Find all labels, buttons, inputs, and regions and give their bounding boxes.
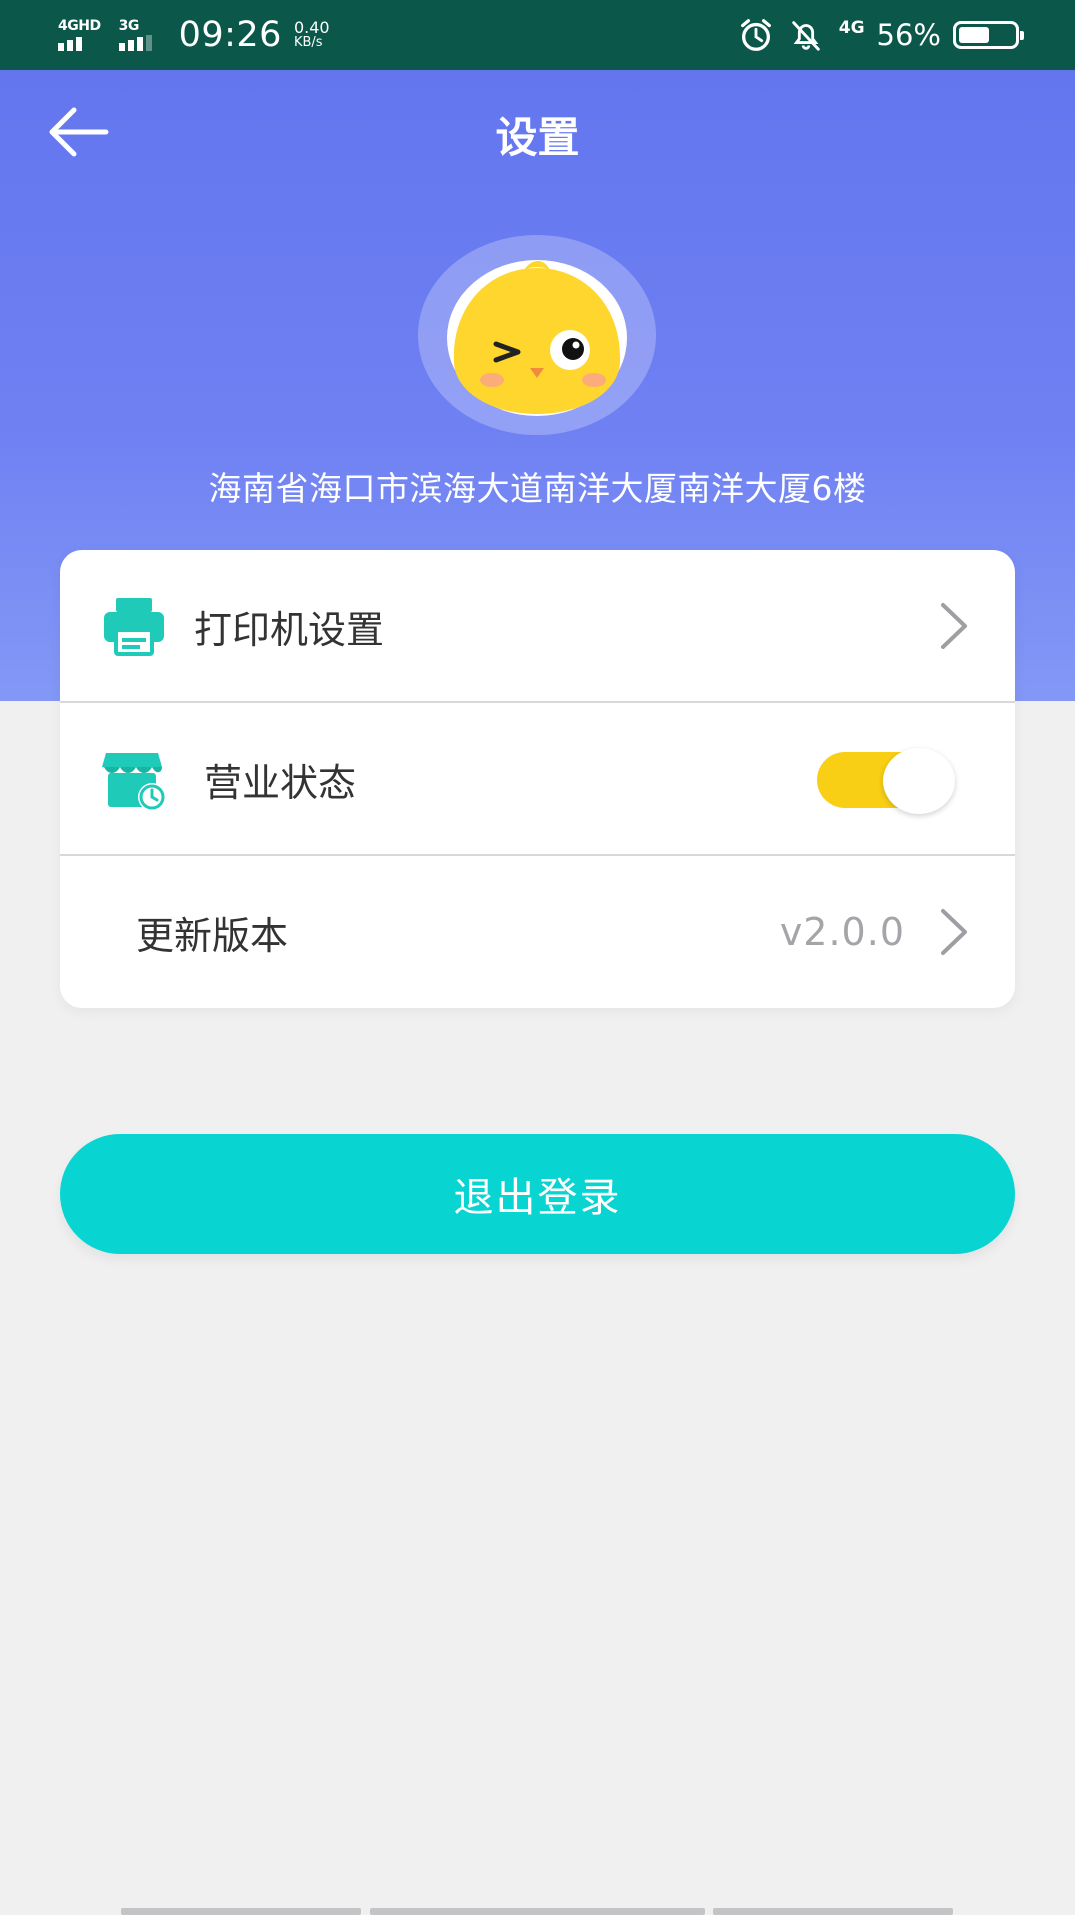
toggle-knob bbox=[883, 748, 955, 814]
network-speed-value: 0.40 bbox=[293, 18, 330, 37]
printer-icon bbox=[104, 598, 164, 656]
chevron-right-icon bbox=[941, 603, 967, 649]
nav-hint-bar bbox=[121, 1908, 361, 1915]
status-time: 09:26 bbox=[178, 15, 282, 55]
update-version-row[interactable]: 更新版本 v2.0.0 bbox=[60, 856, 1015, 1008]
battery-percent: 56% bbox=[876, 18, 941, 52]
chevron-right-icon bbox=[941, 909, 967, 955]
network-type: 4G bbox=[838, 18, 865, 38]
update-version-label: 更新版本 bbox=[136, 913, 289, 958]
avatar[interactable] bbox=[444, 256, 630, 416]
signal-bars-icon bbox=[118, 35, 155, 51]
business-status-label: 营业状态 bbox=[204, 760, 357, 805]
nav-hint-bar bbox=[370, 1908, 705, 1915]
mute-bell-icon bbox=[791, 21, 820, 51]
business-status-row: 营业状态 bbox=[60, 703, 1015, 855]
alarm-icon bbox=[740, 19, 771, 51]
printer-settings-label: 打印机设置 bbox=[194, 607, 385, 652]
page-title: 设置 bbox=[495, 113, 580, 162]
status-right: 4G 56% bbox=[725, 16, 1024, 54]
store-clock-icon bbox=[102, 753, 166, 811]
printer-settings-row[interactable]: 打印机设置 bbox=[60, 550, 1015, 702]
settings-card: 打印机设置 营业状态 更新版本 v2.0.0 bbox=[60, 550, 1015, 1008]
sim2-label: 3G bbox=[118, 18, 140, 34]
business-status-toggle[interactable] bbox=[817, 748, 957, 814]
battery-fill bbox=[959, 27, 990, 43]
sim1-signal: 4GHD bbox=[58, 19, 101, 51]
logout-button[interactable]: 退出登录 bbox=[60, 1134, 1015, 1254]
sim2-signal: 3G bbox=[118, 18, 155, 51]
network-speed: 0.40 KB/s bbox=[293, 18, 330, 51]
store-address: 海南省海口市滨海大道南洋大厦南洋大厦6楼 bbox=[208, 469, 867, 508]
version-number: v2.0.0 bbox=[779, 910, 905, 954]
nav-hint-bar bbox=[713, 1908, 953, 1915]
sim1-label: 4GHD bbox=[58, 18, 101, 34]
status-left: 4GHD 3G 09:26 0.40 KB/s bbox=[58, 15, 330, 55]
network-speed-unit: KB/s bbox=[293, 35, 323, 50]
signal-bars-icon bbox=[58, 35, 85, 51]
battery-icon bbox=[953, 21, 1024, 49]
status-bar: 4GHD 3G 09:26 0.40 KB/s 4G 56% bbox=[0, 0, 1075, 70]
settings-screen: 4GHD 3G 09:26 0.40 KB/s 4G 56% 设置 海南省海口市… bbox=[0, 0, 1075, 1915]
